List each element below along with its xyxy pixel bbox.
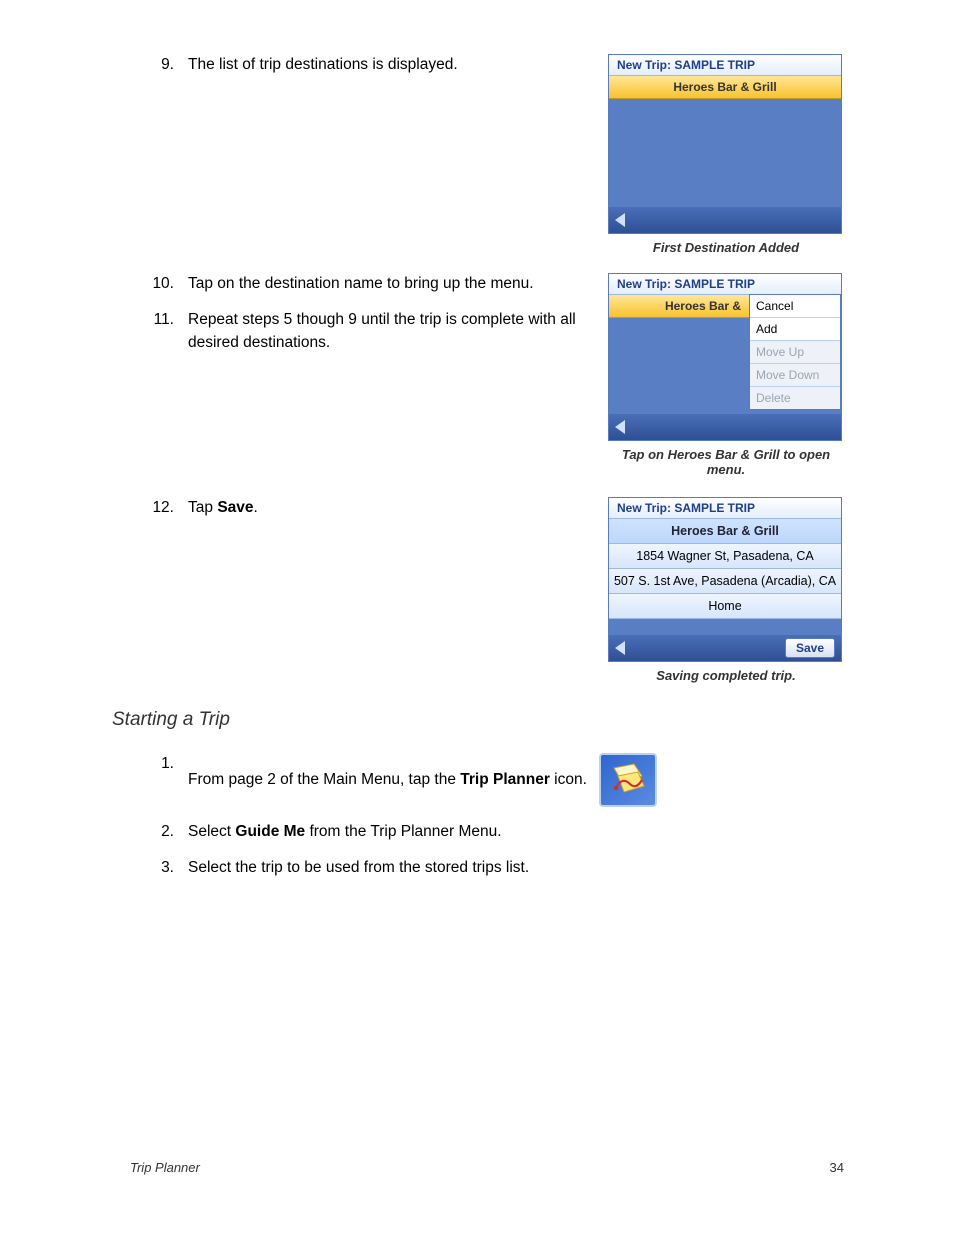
caption-2: Tap on Heroes Bar & Grill to open menu. xyxy=(608,447,844,477)
context-menu: Cancel Add Move Up Move Down Delete xyxy=(749,294,841,410)
caption-1: First Destination Added xyxy=(608,240,844,255)
page-number: 34 xyxy=(830,1160,844,1175)
step-text: The list of trip destinations is display… xyxy=(188,54,588,76)
steps-block-c: 12. Tap Save. xyxy=(130,497,588,519)
start-steps: 1. From page 2 of the Main Menu, tap the… xyxy=(130,753,844,880)
start-step-3: 3. Select the trip to be used from the s… xyxy=(130,857,844,879)
trip-planner-icon xyxy=(599,753,657,807)
device-title: New Trip: SAMPLE TRIP xyxy=(609,274,841,295)
list-item[interactable]: Home xyxy=(609,594,841,619)
device-menu-open: New Trip: SAMPLE TRIP Heroes Bar & Cance… xyxy=(608,273,842,441)
device-title: New Trip: SAMPLE TRIP xyxy=(609,55,841,76)
save-button[interactable]: Save xyxy=(785,638,835,658)
list-item[interactable]: Heroes Bar & Grill xyxy=(609,519,841,544)
step-10: 10. Tap on the destination name to bring… xyxy=(130,273,588,295)
back-icon[interactable] xyxy=(615,420,625,434)
section-starting-trip: Starting a Trip xyxy=(112,709,844,731)
device-trip-complete: New Trip: SAMPLE TRIP Heroes Bar & Grill… xyxy=(608,497,842,662)
steps-block-b: 10. Tap on the destination name to bring… xyxy=(130,273,588,354)
steps-block-a: 9. The list of trip destinations is disp… xyxy=(130,54,588,76)
menu-cancel[interactable]: Cancel xyxy=(750,295,840,318)
menu-add[interactable]: Add xyxy=(750,318,840,341)
destination-row[interactable]: Heroes Bar & Grill xyxy=(609,76,841,99)
step-number: 9. xyxy=(130,54,188,76)
start-step-2: 2. Select Guide Me from the Trip Planner… xyxy=(130,821,844,843)
menu-move-up[interactable]: Move Up xyxy=(750,341,840,364)
page-footer: Trip Planner 34 xyxy=(130,1160,844,1175)
step-9: 9. The list of trip destinations is disp… xyxy=(130,54,588,76)
footer-section: Trip Planner xyxy=(130,1160,200,1175)
menu-move-down[interactable]: Move Down xyxy=(750,364,840,387)
caption-3: Saving completed trip. xyxy=(608,668,844,683)
step-11: 11. Repeat steps 5 though 9 until the tr… xyxy=(130,309,588,354)
back-icon[interactable] xyxy=(615,641,625,655)
device-first-destination: New Trip: SAMPLE TRIP Heroes Bar & Grill xyxy=(608,54,842,234)
start-step-1: 1. From page 2 of the Main Menu, tap the… xyxy=(130,753,844,807)
list-item[interactable]: 507 S. 1st Ave, Pasadena (Arcadia), CA xyxy=(609,569,841,594)
device-title: New Trip: SAMPLE TRIP xyxy=(609,498,841,519)
step-12: 12. Tap Save. xyxy=(130,497,588,519)
back-icon[interactable] xyxy=(615,213,625,227)
menu-delete[interactable]: Delete xyxy=(750,387,840,409)
list-item[interactable]: 1854 Wagner St, Pasadena, CA xyxy=(609,544,841,569)
